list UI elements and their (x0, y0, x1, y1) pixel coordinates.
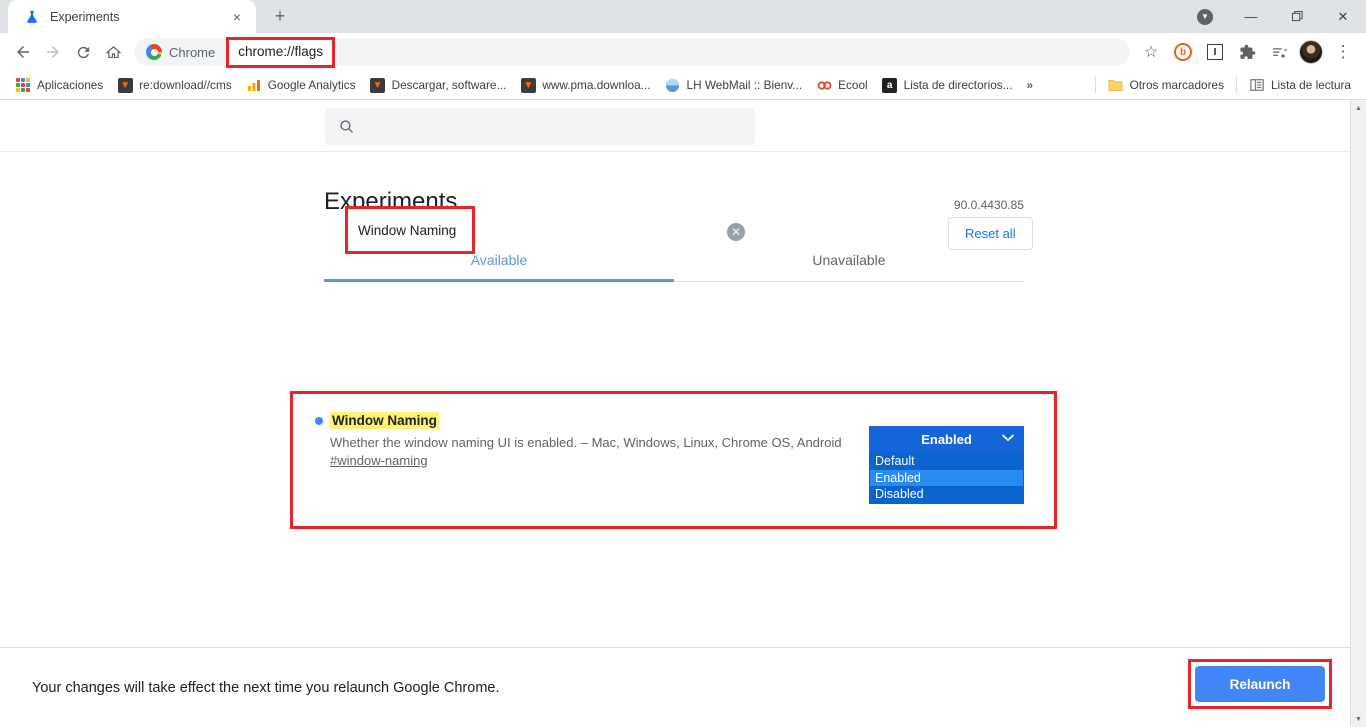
flask-icon (24, 9, 40, 25)
bookmark-label: Google Analytics (267, 78, 356, 92)
relaunch-button[interactable]: Relaunch (1195, 666, 1325, 702)
chrome-menu-button[interactable]: ⋮ (1328, 37, 1358, 67)
favicon-icon (246, 77, 262, 93)
bookmark-item[interactable]: Ecool (809, 74, 875, 96)
bookmark-label: LH WebMail :: Bienv... (686, 78, 803, 92)
search-icon (335, 116, 357, 138)
bookmark-label: Lista de lectura (1270, 78, 1351, 92)
reading-list-icon (1249, 77, 1265, 93)
bookmark-star-icon[interactable]: ☆ (1136, 37, 1166, 67)
bookmark-label: Ecool (838, 78, 868, 92)
bookmark-item[interactable]: Google Analytics (239, 74, 363, 96)
bookmark-item[interactable]: LH WebMail :: Bienv... (658, 74, 810, 96)
reading-list-button[interactable]: Lista de lectura (1242, 74, 1358, 96)
relaunch-annotation: Relaunch (1188, 659, 1332, 709)
apps-grid-icon (15, 77, 31, 93)
bookmark-item[interactable]: ▼ Descargar, software... (363, 74, 514, 96)
relaunch-message: Your changes will take effect the next t… (32, 679, 500, 696)
tab-title: Experiments (50, 9, 120, 24)
page-scrollbar[interactable]: ▲ ▼ (1350, 100, 1366, 727)
toolbar-actions: ☆ b I ⋮ (1136, 37, 1358, 67)
browser-tab-experiments[interactable]: Experiments × (8, 0, 256, 33)
bookmarks-overflow-button[interactable]: » (1020, 75, 1041, 95)
select-option-default[interactable]: Default (870, 453, 1023, 470)
tab-unavailable[interactable]: Unavailable (674, 242, 1024, 281)
select-value-label: Enabled (921, 431, 972, 447)
site-chip: Chrome (146, 44, 224, 60)
bookmark-apps[interactable]: Aplicaciones (8, 74, 110, 96)
select-current-value[interactable]: Enabled (869, 426, 1024, 452)
search-input[interactable]: Window Naming (358, 223, 456, 238)
favicon-icon: ▼ (117, 77, 133, 93)
reading-list-icon[interactable] (1264, 37, 1294, 67)
flag-name: Window Naming (330, 412, 439, 429)
bookmarks-divider (1235, 77, 1237, 93)
url-text[interactable]: chrome://flags (238, 44, 323, 59)
overflow-chevron-icon: » (1026, 78, 1034, 92)
flag-card-annotation: Window Naming Whether the window naming … (290, 391, 1057, 529)
chrome-version: 90.0.4430.85 (953, 198, 1024, 212)
bookmark-label: Otros marcadores (1129, 78, 1224, 92)
flag-card-window-naming: Window Naming Whether the window naming … (293, 394, 1054, 526)
favicon-icon: ▼ (520, 77, 536, 93)
extension-i-icon[interactable]: I (1200, 37, 1230, 67)
bookmarks-bar: Aplicaciones ▼ re:download//cms Google A… (0, 71, 1366, 100)
bookmark-label: re:download//cms (139, 78, 232, 92)
back-button[interactable] (8, 37, 38, 67)
bookmark-item[interactable]: a Lista de directorios... (875, 74, 1020, 96)
search-field-container[interactable] (325, 108, 755, 145)
chrome-logo-icon (146, 44, 162, 60)
puzzle-icon[interactable] (1232, 37, 1262, 67)
select-options-list[interactable]: Default Enabled Disabled (869, 452, 1024, 504)
bookmark-item[interactable]: ▼ www.pma.downloa... (513, 74, 657, 96)
new-tab-button[interactable]: + (266, 2, 294, 30)
url-annotation-box: chrome://flags (226, 36, 336, 68)
browser-toolbar: Chrome chrome://flags ☆ b I ⋮ (0, 33, 1366, 71)
bookmark-label: Aplicaciones (37, 78, 104, 92)
tab-strip: Experiments × + ▼ — ✕ (0, 0, 1366, 33)
home-button[interactable] (98, 37, 128, 67)
bookmark-item[interactable]: ▼ re:download//cms (110, 74, 238, 96)
close-window-icon[interactable]: ✕ (1320, 0, 1366, 33)
bookmark-label: Lista de directorios... (903, 78, 1013, 92)
flags-page: Window Naming ✕ Reset all Experiments 90… (0, 100, 1366, 727)
search-input-annotation: Window Naming (345, 206, 475, 254)
extension-orange-icon[interactable]: b (1168, 37, 1198, 67)
favicon-icon: a (882, 77, 898, 93)
profile-avatar[interactable] (1296, 37, 1326, 67)
address-bar[interactable]: Chrome chrome://flags (134, 36, 1130, 68)
search-header (0, 100, 1366, 152)
bookmark-other-folder[interactable]: Otros marcadores (1101, 74, 1231, 96)
close-icon[interactable]: × (228, 8, 246, 26)
select-option-enabled[interactable]: Enabled (870, 469, 1023, 486)
scroll-down-icon[interactable]: ▼ (1351, 711, 1366, 727)
bookmark-label: www.pma.downloa... (542, 78, 651, 92)
reload-button[interactable] (68, 37, 98, 67)
clear-search-icon[interactable]: ✕ (727, 223, 745, 241)
flags-content: Experiments 90.0.4430.85 Available Unava… (0, 152, 1366, 282)
window-controls: ▼ — ✕ (1182, 0, 1366, 33)
folder-icon (1108, 77, 1124, 93)
favicon-icon (816, 77, 832, 93)
flag-permalink[interactable]: #window-naming (330, 453, 428, 468)
minimize-icon[interactable]: — (1228, 0, 1274, 33)
chip-label: Chrome (169, 44, 216, 60)
maximize-icon[interactable] (1274, 0, 1320, 33)
flag-state-select[interactable]: Enabled Default Enabled Disabled (869, 426, 1024, 504)
scroll-up-icon[interactable]: ▲ (1351, 100, 1366, 116)
relaunch-footer: Your changes will take effect the next t… (0, 647, 1366, 727)
download-indicator-icon[interactable]: ▼ (1182, 0, 1228, 33)
bookmark-label: Descargar, software... (391, 78, 507, 92)
select-option-disabled[interactable]: Disabled (870, 486, 1023, 503)
flag-status-dot (315, 416, 323, 425)
bookmarks-divider (1094, 77, 1096, 93)
chevron-down-icon (1002, 433, 1014, 445)
forward-button[interactable] (38, 37, 68, 67)
favicon-icon (665, 77, 681, 93)
favicon-icon: ▼ (370, 77, 386, 93)
